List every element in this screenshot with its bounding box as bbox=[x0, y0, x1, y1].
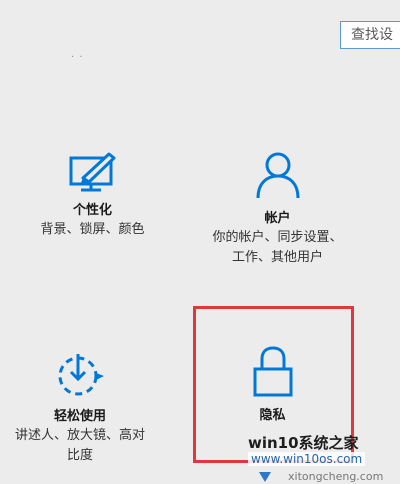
tile-title: 隐私 bbox=[259, 408, 286, 423]
tile-desc: 背景、锁屏、颜色 bbox=[40, 222, 145, 237]
tile-ease-of-access[interactable]: 轻松使用 讲述人、放大镜、高对 比度 bbox=[0, 352, 160, 466]
tile-desc-line: 工作、其他用户 bbox=[231, 250, 323, 265]
person-icon bbox=[256, 152, 299, 199]
tile-accounts[interactable]: 帐户 你的帐户、同步设置、 工作、其他用户 bbox=[190, 150, 365, 268]
tile-title: 轻松使用 bbox=[53, 409, 106, 424]
tile-desc-line: 讲述人、放大镜、高对 bbox=[14, 428, 145, 443]
search-box[interactable] bbox=[340, 21, 400, 49]
tile-desc-line: 比度 bbox=[66, 448, 93, 463]
watermark-url: www.win10os.com bbox=[248, 452, 366, 466]
tile-title: 个性化 bbox=[72, 203, 112, 218]
watermark-sub: xitongcheng.com bbox=[288, 470, 384, 483]
tile-desc: 讲述人、放大镜、高对 比度 bbox=[0, 426, 160, 466]
tile-desc-line: 你的帐户、同步设置、 bbox=[212, 230, 343, 245]
tile-desc: 你的帐户、同步设置、 工作、其他用户 bbox=[190, 228, 365, 268]
logo-icon bbox=[259, 472, 271, 482]
watermark-title: win10系统之家 bbox=[248, 434, 359, 452]
personalization-icon bbox=[69, 152, 115, 192]
tile-title: 帐户 bbox=[264, 211, 291, 226]
search-input[interactable] bbox=[351, 27, 400, 43]
lock-icon bbox=[253, 346, 292, 397]
watermark: win10系统之家 www.win10os.com xitongcheng.co… bbox=[228, 428, 400, 484]
tile-personalization[interactable]: 个性化 背景、锁屏、颜色 bbox=[20, 150, 165, 240]
ease-of-access-icon bbox=[58, 354, 104, 396]
tile-privacy[interactable]: 隐私 bbox=[200, 345, 345, 423]
divider-dots: · · bbox=[71, 52, 84, 63]
